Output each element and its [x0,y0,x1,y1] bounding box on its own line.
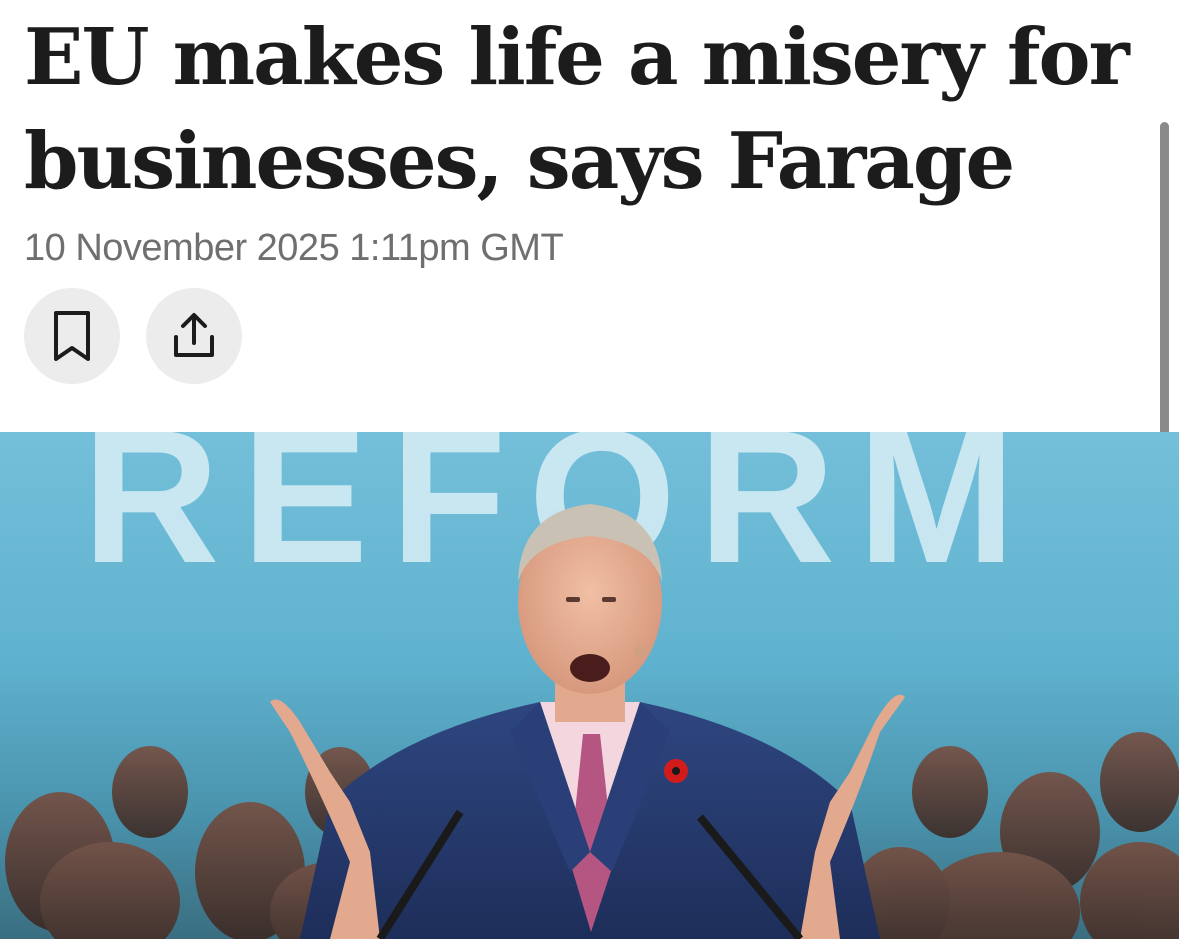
bookmark-icon [54,311,90,361]
article-headline: EU makes life a misery for businesses, s… [24,12,1130,207]
bookmark-button[interactable] [24,288,120,384]
article-timestamp: 10 November 2025 1:11pm GMT [24,227,564,269]
share-button[interactable] [146,288,242,384]
article-actions [24,288,242,384]
share-icon [174,313,214,357]
hero-photo: REFORM [0,432,1179,939]
hero-image: REFORM [0,432,1179,939]
